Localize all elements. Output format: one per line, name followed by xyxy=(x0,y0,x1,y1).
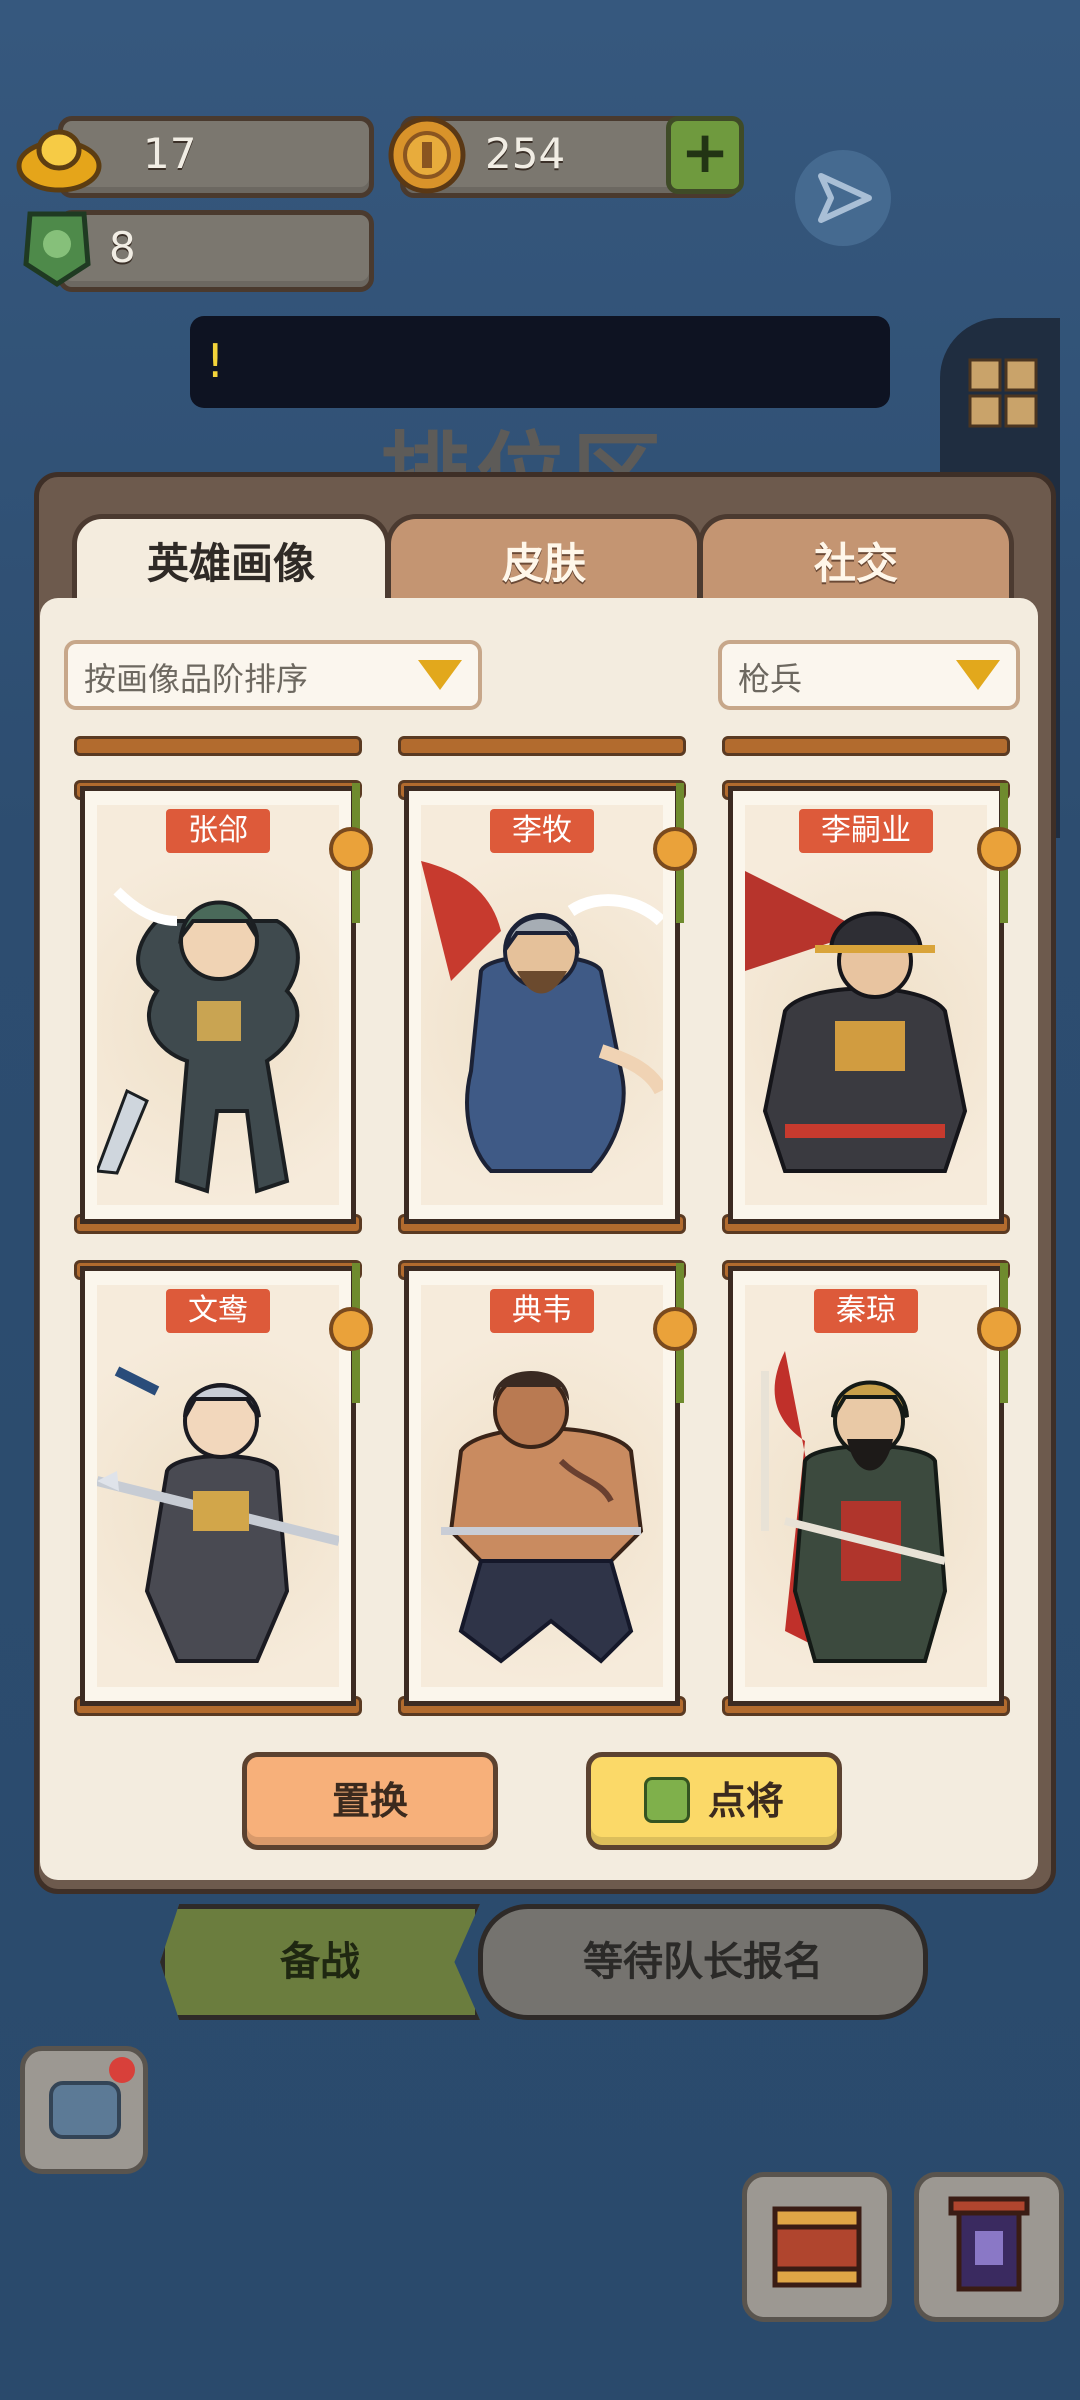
type-dropdown-value: 枪兵 xyxy=(738,660,803,698)
type-dropdown[interactable]: 枪兵 xyxy=(718,640,1020,710)
prepare-button[interactable]: 备战 xyxy=(160,1904,480,2020)
jade-icon xyxy=(643,1776,690,1823)
coin-icon xyxy=(388,116,466,194)
hero-portrait-image xyxy=(97,887,300,1194)
add-coin-button[interactable]: + xyxy=(666,116,744,194)
tab-hero-portrait[interactable]: 英雄画像 xyxy=(72,514,390,609)
hero-card-wen-yang[interactable]: 文鸯 xyxy=(80,1263,373,1706)
hero-name-tag: 李牧 xyxy=(490,809,594,853)
scroll-knob xyxy=(329,1307,373,1351)
chest-button[interactable] xyxy=(742,2172,892,2322)
hero-card-dian-wei[interactable]: 典韦 xyxy=(404,1263,697,1706)
scroll-knob xyxy=(653,1307,697,1351)
scroll-knob xyxy=(977,827,1021,871)
replace-button[interactable]: 置换 xyxy=(242,1752,498,1850)
jade-bar: 8 xyxy=(58,210,374,292)
tab-social[interactable]: 社交 xyxy=(698,514,1014,609)
coin-count: 254 xyxy=(485,129,566,178)
hero-card-li-siye[interactable]: 李嗣业 xyxy=(728,783,1021,1224)
hero-card-zhang-he[interactable]: 张郃 xyxy=(80,783,373,1224)
hero-name-tag: 典韦 xyxy=(490,1289,594,1333)
notification-dot xyxy=(109,2057,135,2083)
scroll-rod xyxy=(398,736,686,756)
hero-card-qin-qiong[interactable]: 秦琼 xyxy=(728,1263,1021,1706)
chat-button[interactable] xyxy=(20,2046,148,2174)
hero-card-li-mu[interactable]: 李牧 xyxy=(404,783,697,1224)
plus-icon: + xyxy=(680,118,730,186)
banner-button[interactable] xyxy=(914,2172,1064,2322)
sort-dropdown-value: 按画像品阶排序 xyxy=(84,660,309,698)
grid-menu-icon xyxy=(968,358,1038,428)
chevron-down-icon xyxy=(956,660,1000,690)
scroll-knob xyxy=(977,1307,1021,1351)
chest-icon xyxy=(772,2206,862,2288)
pick-general-button[interactable]: 点将 xyxy=(586,1752,842,1850)
send-button[interactable] xyxy=(795,150,891,246)
hero-portrait-image xyxy=(745,871,968,1173)
gold-ingot-icon xyxy=(16,129,102,193)
hero-portrait-image xyxy=(761,1351,948,1663)
hero-portrait-image xyxy=(421,861,663,1173)
sort-dropdown[interactable]: 按画像品阶排序 xyxy=(64,640,482,710)
hero-name-tag: 文鸯 xyxy=(166,1289,270,1333)
banner-icon xyxy=(948,2196,1030,2292)
scroll-knob xyxy=(653,827,697,871)
hero-name-tag: 李嗣业 xyxy=(799,809,933,853)
scroll-rod xyxy=(74,736,362,756)
scroll-knob xyxy=(329,827,373,871)
jade-icon xyxy=(23,211,91,287)
scroll-rod xyxy=(722,736,1010,756)
hero-portrait-image xyxy=(97,1366,339,1663)
notice-text: ! xyxy=(206,334,225,388)
hero-name-tag: 张郃 xyxy=(166,809,270,853)
gold-ingot-count: 17 xyxy=(143,129,197,178)
wait-captain-button[interactable]: 等待队长报名 xyxy=(478,1904,928,2020)
send-icon xyxy=(818,173,872,223)
hero-name-tag: 秦琼 xyxy=(814,1289,918,1333)
gold-ingot-bar: 17 xyxy=(58,116,374,198)
notice-bar: ! xyxy=(190,316,890,408)
jade-count: 8 xyxy=(109,223,136,272)
pick-general-label: 点将 xyxy=(707,1779,784,1823)
tab-skin[interactable]: 皮肤 xyxy=(386,514,702,609)
chat-icon xyxy=(49,2081,121,2139)
chevron-down-icon xyxy=(418,660,462,690)
hero-portrait-image xyxy=(441,1371,644,1664)
